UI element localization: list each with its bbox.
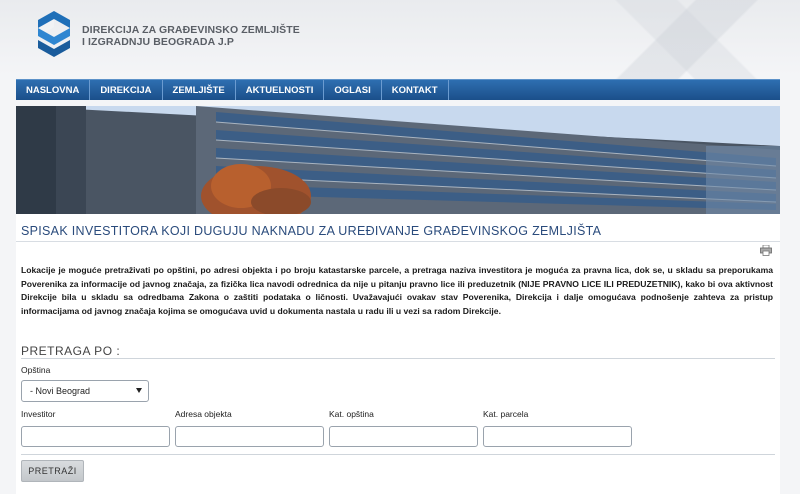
site-header: DIREKCIJA ZA GRAĐEVINSKO ZEMLJIŠTE I IZG…	[0, 0, 800, 78]
brand-line-2: I IZGRADNJU BEOGRADA J.P	[82, 36, 234, 48]
adresa-objekta-input[interactable]	[175, 426, 324, 447]
kat-parcela-input[interactable]	[483, 426, 632, 447]
page-title: SPISAK INVESTITORA KOJI DUGUJU NAKNADU Z…	[21, 224, 602, 238]
kat-parcela-label: Kat. parcela	[483, 409, 529, 419]
title-divider	[16, 241, 780, 242]
search-heading: PRETRAGA PO :	[21, 344, 121, 358]
form-divider	[21, 454, 775, 455]
investitor-input[interactable]	[21, 426, 170, 447]
header-banner-image	[16, 106, 780, 214]
main-nav: NASLOVNA DIREKCIJA ZEMLJIŠTE AKTUELNOSTI…	[16, 79, 780, 100]
opstina-select[interactable]: - Novi Beograd	[21, 380, 149, 402]
opstina-selected-value: - Novi Beograd	[30, 386, 91, 396]
chevron-down-icon	[136, 388, 142, 393]
direkcija-logo-icon[interactable]	[34, 8, 74, 60]
nav-item-oglasi[interactable]: OGLASI	[324, 80, 382, 100]
nav-item-aktuelnosti[interactable]: AKTUELNOSTI	[236, 80, 325, 100]
search-divider	[21, 358, 775, 359]
printer-icon[interactable]	[760, 245, 772, 256]
investitor-label: Investitor	[21, 409, 56, 419]
adresa-objekta-label: Adresa objekta	[175, 409, 232, 419]
opstina-label: Opština	[21, 365, 51, 375]
nav-item-direkcija[interactable]: DIREKCIJA	[90, 80, 163, 100]
main-content: SPISAK INVESTITORA KOJI DUGUJU NAKNADU Z…	[16, 214, 780, 494]
search-button[interactable]: PRETRAŽI	[21, 460, 84, 482]
brand-name[interactable]: DIREKCIJA ZA GRAĐEVINSKO ZEMLJIŠTE I IZG…	[82, 24, 300, 48]
nav-item-kontakt[interactable]: KONTAKT	[382, 80, 449, 100]
search-description: Lokacije je moguće pretraživati po opšti…	[21, 265, 773, 316]
kat-opstina-label: Kat. opština	[329, 409, 374, 419]
building-photo	[16, 106, 780, 214]
nav-item-naslovna[interactable]: NASLOVNA	[16, 80, 91, 100]
brand-line-1: DIREKCIJA ZA GRAĐEVINSKO ZEMLJIŠTE	[82, 24, 300, 36]
nav-item-zemljiste[interactable]: ZEMLJIŠTE	[163, 80, 236, 100]
kat-opstina-input[interactable]	[329, 426, 478, 447]
